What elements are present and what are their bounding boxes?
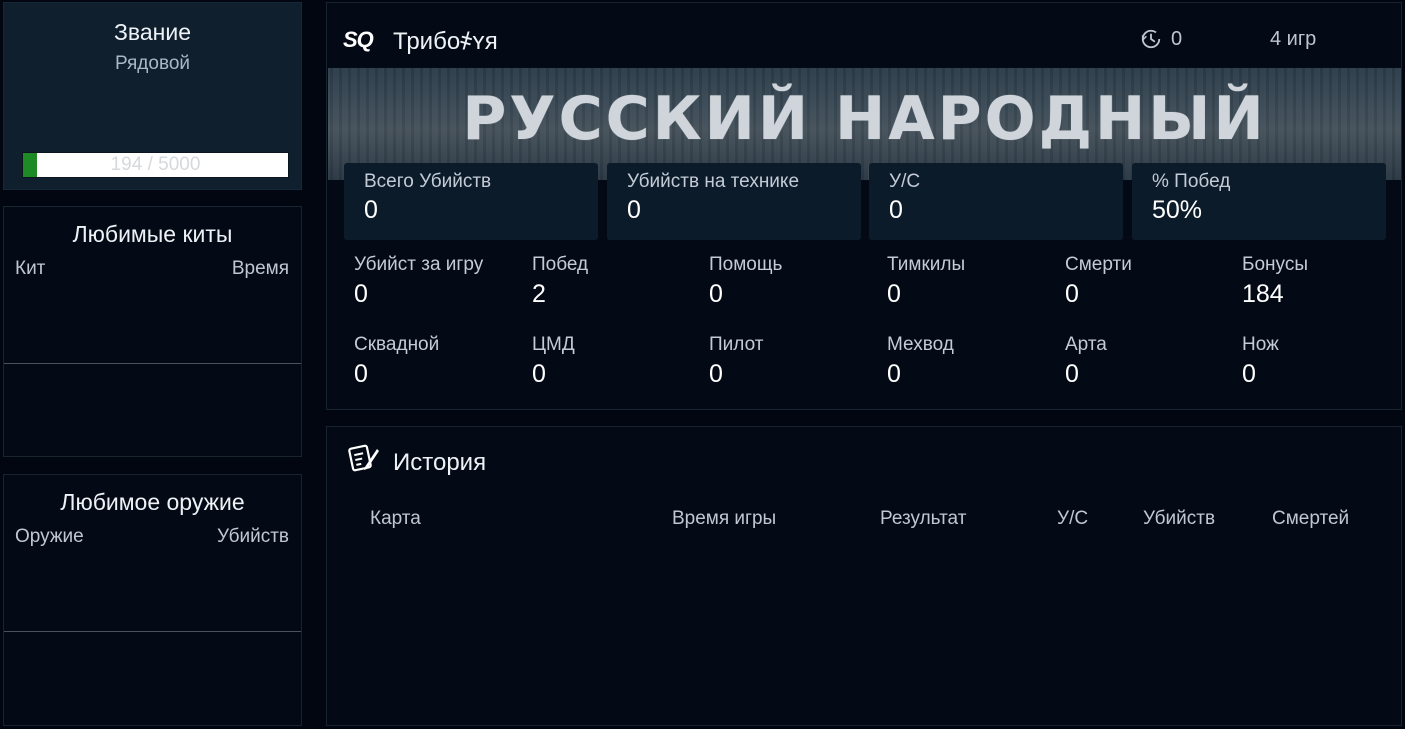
stat-knife: Нож 0 <box>1242 334 1405 389</box>
history-col-playtime[interactable]: Время игры <box>672 508 776 530</box>
kills-column-header: Убийств <box>216 526 289 547</box>
stat-label: Убийст за игру <box>354 254 484 275</box>
stat-value: 184 <box>1242 280 1284 308</box>
stat-driver: Мехвод 0 <box>887 334 1057 389</box>
rank-name: Рядовой <box>114 53 191 74</box>
stat-value: 0 <box>1065 280 1079 308</box>
games-count: 4 игр <box>1270 28 1317 50</box>
stat-value: 0 <box>1242 360 1256 388</box>
stat-value: 0 <box>354 360 368 388</box>
history-title: История <box>393 449 487 476</box>
stat-label: Мехвод <box>887 334 954 355</box>
stat-kills-per-game: Убийст за игру 0 <box>354 254 524 309</box>
history-col-kills[interactable]: Убийств <box>1143 508 1215 530</box>
stat-label: Сквадной <box>354 334 440 355</box>
clock-icon <box>1141 29 1161 49</box>
stat-label: Нож <box>1242 334 1279 355</box>
stat-artillery: Арта 0 <box>1065 334 1235 389</box>
stat-card-vehicle-kills: Убийств на технике 0 <box>607 163 861 240</box>
playtime-value: 0 <box>1171 28 1183 50</box>
stat-label: Смерти <box>1065 254 1132 275</box>
rank-panel: Звание Рядовой 194 / 5000 <box>3 2 302 190</box>
stat-value: 0 <box>1065 360 1079 388</box>
stat-value: 0 <box>532 360 546 388</box>
stat-label: Помощь <box>709 254 783 275</box>
sq-logo-icon: SQ <box>343 27 374 52</box>
stat-label: Пилот <box>709 334 764 355</box>
stat-card-label: У/С <box>889 171 921 192</box>
stat-card-win-rate: % Побед 50% <box>1132 163 1386 240</box>
stat-card-value: 50% <box>1152 196 1203 224</box>
history-col-map[interactable]: Карта <box>370 508 421 530</box>
time-column-header: Время <box>231 258 289 279</box>
history-col-result[interactable]: Результат <box>880 508 966 530</box>
player-name: Трибо҂ʏя <box>393 28 498 55</box>
stat-card-value: 0 <box>627 196 641 224</box>
stat-card-label: Убийств на технике <box>627 171 800 192</box>
notes-pen-icon <box>348 444 379 472</box>
stat-wins: Побед 2 <box>532 254 702 309</box>
kit-column-header: Кит <box>15 258 46 279</box>
divider <box>4 363 301 364</box>
stat-label: Бонусы <box>1242 254 1308 275</box>
stat-assists: Помощь 0 <box>709 254 879 309</box>
rank-progress-bar: 194 / 5000 <box>22 152 289 178</box>
stat-bonuses: Бонусы 184 <box>1242 254 1405 309</box>
stat-card-label: Всего Убийств <box>364 171 492 192</box>
rank-title: Звание <box>114 19 191 45</box>
stat-card-total-kills: Всего Убийств 0 <box>344 163 598 240</box>
rank-progress-text: 194 / 5000 <box>110 154 201 175</box>
stat-label: ЦМД <box>532 334 575 355</box>
stat-pilot: Пилот 0 <box>709 334 879 389</box>
player-stats-panel: SQ Трибо҂ʏя 0 4 игр РУССКИЙ НАРОДНЫЙ СЕР… <box>326 2 1402 410</box>
weapon-column-header: Оружие <box>15 526 84 547</box>
stat-label: Тимкилы <box>887 254 966 275</box>
divider <box>4 631 301 632</box>
stat-card-value: 0 <box>889 196 903 224</box>
stat-teamkills: Тимкилы 0 <box>887 254 1057 309</box>
stat-value: 0 <box>354 280 368 308</box>
stat-squad-lead: Сквадной 0 <box>354 334 524 389</box>
history-panel: История Карта Время игры Результат У/С У… <box>326 426 1402 726</box>
history-col-deaths[interactable]: Смертей <box>1272 508 1349 530</box>
favorite-weapons-title: Любимое оружие <box>60 489 245 515</box>
favorite-weapons-panel: Любимое оружие Оружие Убийств <box>3 474 302 726</box>
favorite-kits-title: Любимые киты <box>72 221 233 247</box>
stat-card-kd: У/С 0 <box>869 163 1123 240</box>
stat-value: 0 <box>887 360 901 388</box>
stat-label: Арта <box>1065 334 1107 355</box>
stat-value: 0 <box>709 360 723 388</box>
stat-cmd: ЦМД 0 <box>532 334 702 389</box>
stat-card-label: % Побед <box>1152 171 1231 192</box>
favorite-kits-panel: Любимые киты Кит Время <box>3 206 302 457</box>
stat-value: 0 <box>887 280 901 308</box>
history-col-kd[interactable]: У/С <box>1057 508 1088 530</box>
stat-deaths: Смерти 0 <box>1065 254 1235 309</box>
stat-label: Побед <box>532 254 589 275</box>
stat-card-value: 0 <box>364 196 378 224</box>
stat-value: 2 <box>532 280 546 308</box>
stat-value: 0 <box>709 280 723 308</box>
